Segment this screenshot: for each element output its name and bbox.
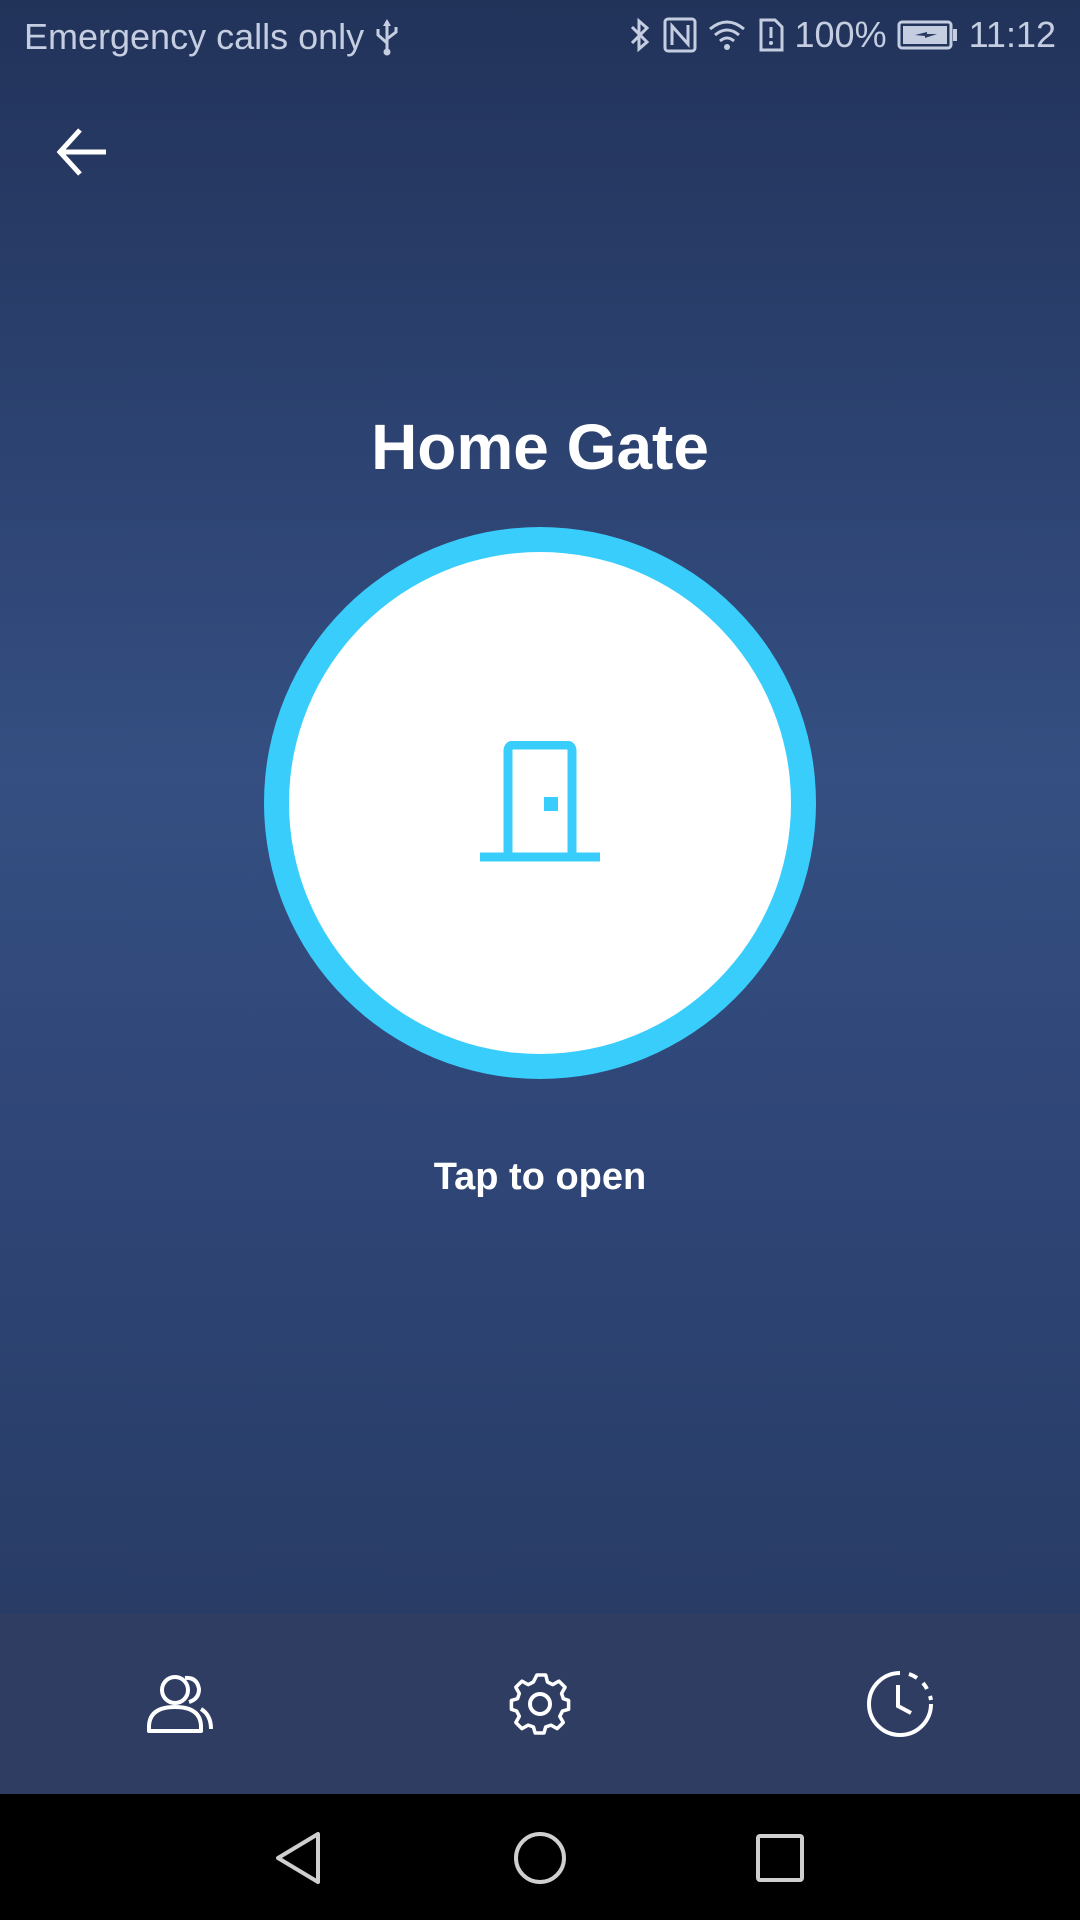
bluetooth-icon — [627, 15, 653, 55]
gear-icon — [509, 1673, 571, 1735]
nav-home-button[interactable] — [504, 1822, 576, 1894]
back-triangle-icon — [276, 1832, 320, 1884]
back-button[interactable] — [40, 110, 124, 194]
wifi-icon — [707, 17, 747, 53]
settings-button[interactable] — [496, 1660, 584, 1748]
history-clock-icon — [867, 1671, 933, 1737]
status-bar: Emergency calls only 100% 11:12 — [0, 0, 1080, 76]
users-icon — [147, 1675, 213, 1733]
home-circle-icon — [514, 1832, 566, 1884]
door-icon — [480, 741, 600, 862]
usb-icon — [374, 17, 400, 57]
device-title: Home Gate — [371, 411, 709, 483]
app-screen: Emergency calls only 100% 11:12 Home Gat… — [0, 0, 1080, 1614]
bottom-toolbar — [0, 1614, 1080, 1794]
carrier-text: Emergency calls only — [24, 16, 365, 57]
sim-alert-icon — [757, 17, 785, 53]
battery-charging-icon — [897, 20, 959, 50]
clock-time: 11:12 — [968, 14, 1056, 55]
users-button[interactable] — [136, 1660, 224, 1748]
status-right: 100% 11:12 — [627, 14, 1056, 56]
nav-back-button[interactable] — [264, 1822, 336, 1894]
nav-recents-button[interactable] — [744, 1822, 816, 1894]
battery-percent: 100% — [794, 14, 887, 55]
open-gate-button[interactable] — [264, 527, 816, 1079]
nfc-icon — [663, 17, 697, 53]
history-button[interactable] — [856, 1660, 944, 1748]
status-left: Emergency calls only — [24, 16, 400, 58]
arrow-left-icon — [56, 128, 106, 176]
recents-square-icon — [756, 1834, 804, 1882]
open-gate-button-face[interactable] — [289, 552, 791, 1054]
tap-hint: Tap to open — [433, 1156, 647, 1198]
system-nav-bar — [0, 1794, 1080, 1920]
